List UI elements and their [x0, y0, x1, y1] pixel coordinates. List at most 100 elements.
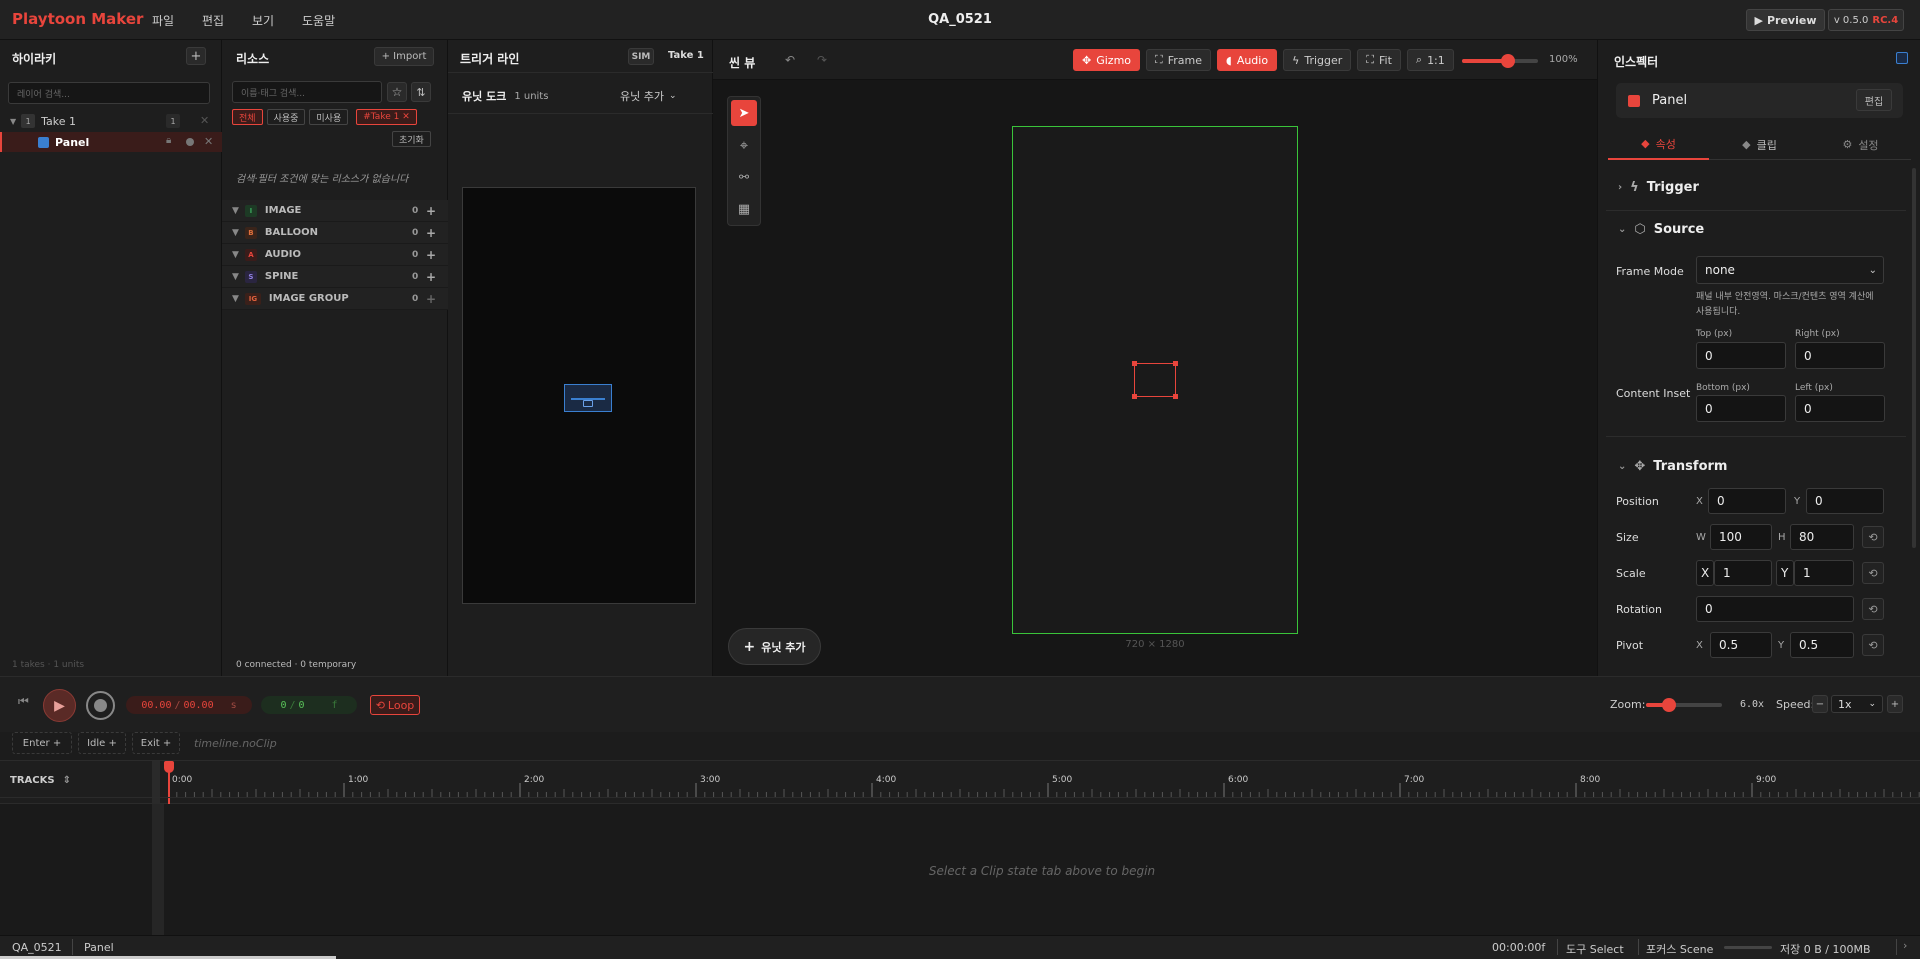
handle-icon[interactable]: [1173, 394, 1178, 399]
category-count: 0: [412, 293, 419, 304]
track-header-divider[interactable]: [152, 804, 164, 935]
inset-right-input[interactable]: 0: [1795, 342, 1885, 369]
tab-settings[interactable]: ⚙ 설정: [1810, 130, 1911, 160]
category-balloon[interactable]: ▼ B BALLOON 0 +: [222, 222, 448, 244]
reset-icon[interactable]: ⟲: [1862, 526, 1884, 548]
inspector-scrollbar[interactable]: [1912, 168, 1916, 548]
trigger-toggle[interactable]: ϟ Trigger: [1283, 49, 1352, 71]
source-section-header[interactable]: ⌄ ⬡ Source: [1618, 222, 1704, 237]
gizmo-toggle[interactable]: ✥ Gizmo: [1073, 49, 1141, 71]
chevron-icon[interactable]: ›: [1903, 939, 1907, 952]
ruler-ticks[interactable]: 0:00 1:00 2:00 3:00 4:00 5:00 6:00 7:00 8:00 9:00: [168, 761, 1920, 805]
star-icon[interactable]: ☆: [387, 82, 407, 102]
menu-edit[interactable]: 편집: [202, 12, 224, 29]
panel-row[interactable]: Panel 🔒︎ ✕: [0, 132, 222, 152]
category-image-group[interactable]: ▼ IG IMAGE GROUP 0 +: [222, 288, 448, 310]
scale-y-input[interactable]: 1: [1794, 560, 1854, 586]
panel-bounds[interactable]: [1132, 361, 1178, 399]
pin-icon[interactable]: [1896, 52, 1908, 64]
reset-icon[interactable]: ⟲: [1862, 562, 1884, 584]
add-icon[interactable]: +: [426, 226, 436, 240]
speed-decrease-button[interactable]: −: [1812, 695, 1828, 713]
frame-toggle[interactable]: ⛶ Frame: [1146, 49, 1212, 71]
link-tool-icon[interactable]: ⚯: [731, 164, 757, 190]
rotation-input[interactable]: 0: [1696, 596, 1854, 622]
pivot-x-input[interactable]: 0.5: [1710, 632, 1772, 658]
loop-toggle[interactable]: ⟲ Loop: [370, 695, 420, 715]
scale-x-input[interactable]: 1: [1714, 560, 1772, 586]
idle-clip-tab[interactable]: Idle +: [78, 732, 126, 754]
add-layer-button[interactable]: +: [186, 47, 206, 65]
scene-canvas[interactable]: [1012, 126, 1298, 634]
undo-icon[interactable]: ↶: [785, 53, 795, 67]
pivot-y-input[interactable]: 0.5: [1790, 632, 1854, 658]
handle-icon[interactable]: [1173, 361, 1178, 366]
add-icon[interactable]: +: [426, 204, 436, 218]
frame-mode-select[interactable]: none ⌄: [1696, 256, 1884, 284]
handle-icon[interactable]: [1132, 361, 1137, 366]
skip-back-icon[interactable]: ⏮: [18, 694, 29, 709]
select-tool-icon[interactable]: ➤: [731, 100, 757, 126]
audio-toggle[interactable]: ◖ Audio: [1217, 49, 1278, 71]
crosshair-tool-icon[interactable]: ⌖: [731, 132, 757, 158]
enter-clip-tab[interactable]: Enter +: [12, 732, 72, 754]
close-icon[interactable]: ✕: [200, 114, 209, 127]
tab-clip[interactable]: ◆ 클립: [1709, 130, 1810, 160]
add-icon[interactable]: +: [426, 270, 436, 284]
close-icon[interactable]: ✕: [204, 135, 213, 148]
filter-used[interactable]: 사용중: [266, 109, 306, 125]
position-y-input[interactable]: 0: [1806, 488, 1884, 514]
reset-icon[interactable]: ⟲: [1862, 634, 1884, 656]
lock-icon[interactable]: 🔒︎: [166, 135, 171, 146]
fit-button[interactable]: ⛶ Fit: [1357, 49, 1401, 71]
add-unit-dropdown[interactable]: 유닛 추가 ⌄: [620, 88, 677, 104]
ratio-button[interactable]: ⌕ 1:1: [1406, 49, 1454, 71]
speed-select[interactable]: 1x ⌄: [1831, 695, 1883, 713]
stop-button[interactable]: [86, 691, 115, 720]
speed-increase-button[interactable]: +: [1887, 695, 1903, 713]
size-h-input[interactable]: 80: [1790, 524, 1854, 550]
position-x-input[interactable]: 0: [1708, 488, 1786, 514]
edit-button[interactable]: 편집: [1856, 89, 1892, 111]
tracks-header[interactable]: TRACKS ⇕: [10, 775, 71, 786]
size-w-input[interactable]: 100: [1710, 524, 1772, 550]
chevron-down-icon[interactable]: ▼: [10, 117, 16, 126]
reset-icon[interactable]: ⟲: [1862, 598, 1884, 620]
sort-icon[interactable]: ⇅: [411, 82, 431, 102]
inset-top-input[interactable]: 0: [1696, 342, 1786, 369]
exit-clip-tab[interactable]: Exit +: [132, 732, 180, 754]
handle-icon[interactable]: [1132, 394, 1137, 399]
filter-all[interactable]: 전체: [232, 109, 263, 125]
preview-button[interactable]: ▶ Preview: [1746, 9, 1825, 31]
layer-search-input[interactable]: 레이어 검색...: [8, 82, 210, 104]
play-button[interactable]: ▶: [43, 689, 76, 722]
menu-file[interactable]: 파일: [152, 12, 174, 29]
add-icon[interactable]: +: [426, 248, 436, 262]
reset-button[interactable]: 초기화: [392, 131, 431, 147]
add-icon[interactable]: +: [426, 292, 436, 306]
add-unit-button[interactable]: + 유닛 추가: [728, 628, 821, 665]
resource-search-input[interactable]: 이름·태그 검색...: [232, 81, 382, 103]
redo-icon[interactable]: ↷: [817, 53, 827, 67]
category-audio[interactable]: ▼ A AUDIO 0 +: [222, 244, 448, 266]
timeline-zoom-slider[interactable]: [1646, 698, 1722, 712]
take-row[interactable]: ▼ 1 Take 1 1 ✕: [0, 111, 222, 131]
sim-button[interactable]: SIM: [628, 48, 654, 65]
track-area[interactable]: Select a Clip state tab above to begin: [0, 804, 1920, 935]
scene-zoom-slider[interactable]: [1462, 54, 1538, 68]
menu-help[interactable]: 도움말: [302, 12, 335, 29]
inset-left-input[interactable]: 0: [1795, 395, 1885, 422]
inset-bottom-input[interactable]: 0: [1696, 395, 1786, 422]
filter-take[interactable]: #Take 1 ✕: [356, 109, 417, 125]
category-spine[interactable]: ▼ S SPINE 0 +: [222, 266, 448, 288]
tab-properties[interactable]: ◆ 속성: [1608, 130, 1709, 160]
transform-section-header[interactable]: ⌄ ✥ Transform: [1618, 459, 1727, 474]
unit-thumbnail[interactable]: [564, 384, 612, 412]
visibility-icon[interactable]: [186, 138, 194, 146]
trigger-section-header[interactable]: › ϟ Trigger: [1618, 180, 1699, 195]
category-image[interactable]: ▼ I IMAGE 0 +: [222, 200, 448, 222]
grid-tool-icon[interactable]: ▦: [731, 196, 757, 222]
menu-view[interactable]: 보기: [252, 12, 274, 29]
filter-unused[interactable]: 미사용: [309, 109, 349, 125]
import-button[interactable]: + Import: [374, 47, 434, 66]
